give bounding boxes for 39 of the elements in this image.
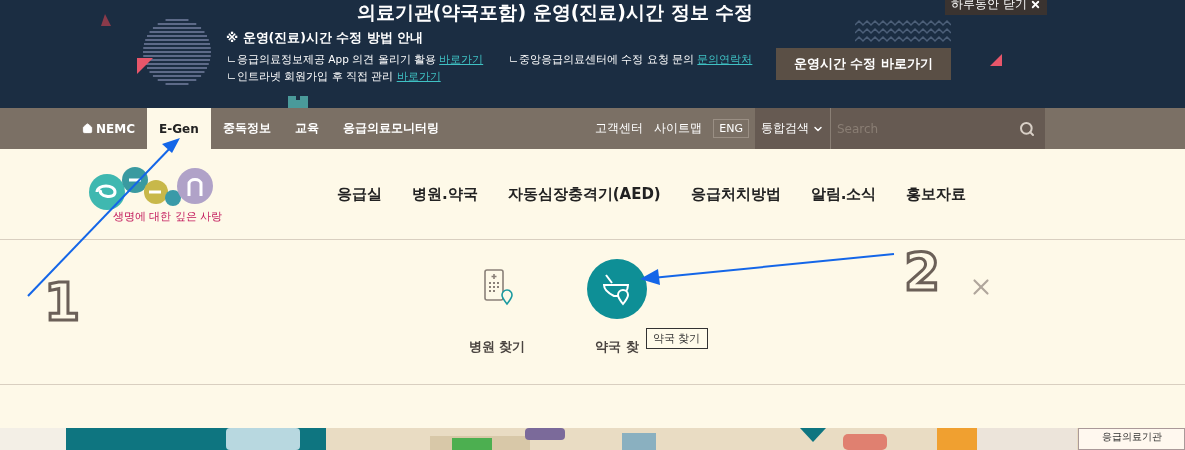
search-scope-dropdown[interactable]: 통합검색 bbox=[755, 108, 831, 149]
tooltip: 약국 찾기 bbox=[646, 328, 708, 349]
close-icon bbox=[1030, 0, 1041, 10]
top-nav-tab[interactable]: 교육 bbox=[282, 108, 331, 149]
mortar-location-icon bbox=[586, 258, 648, 320]
guide-link[interactable]: 바로가기 bbox=[439, 53, 484, 65]
guide-line: ㄴ중앙응급의료센터에 수정 요청 문의 문의연락처 bbox=[508, 53, 753, 67]
utility-link[interactable]: 고객센터 bbox=[595, 108, 644, 149]
search-icon[interactable] bbox=[1019, 120, 1035, 137]
guide-line: ㄴ응급의료정보제공 App 의견 올리기 활용 바로가기 bbox=[226, 53, 485, 67]
top-nav-tab[interactable]: 중독정보 bbox=[210, 108, 283, 149]
home-icon bbox=[82, 123, 93, 134]
guide-line: ㄴ인트라넷 회원가입 후 직접 관리 바로가기 bbox=[226, 70, 442, 84]
triangle-icon bbox=[990, 54, 1002, 66]
banner-title: 의료기관(약국포함) 운영(진료)시간 정보 수정 bbox=[355, 0, 755, 25]
triangle-icon bbox=[101, 14, 111, 26]
language-link[interactable]: ENG bbox=[713, 119, 749, 138]
main-menu-item[interactable]: 자동심장충격기(AED) bbox=[507, 184, 661, 204]
striped-circle-icon bbox=[143, 18, 211, 86]
quick-menu-item[interactable]: 병원 찾기 bbox=[452, 258, 542, 384]
logo-tagline: 생명에 대한 깊은 사랑 bbox=[113, 210, 222, 224]
guide-link[interactable]: 문의연락처 bbox=[697, 53, 753, 65]
main-menu-item[interactable]: 응급처치방법 bbox=[690, 184, 781, 204]
guide-heading: ※ 운영(진료)시간 수정 방법 안내 bbox=[226, 30, 424, 47]
main-menu-item[interactable]: 병원.약국 bbox=[412, 184, 478, 204]
top-nav-tab[interactable]: NEMC bbox=[70, 108, 147, 149]
zigzag-icon bbox=[855, 18, 951, 44]
edit-hours-button[interactable]: 운영시간 수정 바로가기 bbox=[776, 48, 951, 80]
guide-link[interactable]: 바로가기 bbox=[396, 70, 441, 82]
top-nav-tab[interactable]: 응급의료모니터링 bbox=[330, 108, 451, 149]
triangle-icon bbox=[137, 58, 153, 74]
annotation-number: 1 bbox=[44, 272, 81, 332]
top-nav-tab[interactable]: E-Gen bbox=[147, 108, 211, 149]
utility-link[interactable]: 사이트맵 bbox=[654, 108, 703, 149]
main-menu-item[interactable]: 응급실 bbox=[337, 184, 382, 204]
evaluation-badge[interactable]: 응급의료기관 bbox=[1078, 428, 1185, 450]
main-menu-item[interactable]: 홍보자료 bbox=[906, 184, 967, 204]
main-menu-item[interactable]: 알림.소식 bbox=[810, 184, 877, 204]
annotation-number: 2 bbox=[904, 242, 941, 302]
